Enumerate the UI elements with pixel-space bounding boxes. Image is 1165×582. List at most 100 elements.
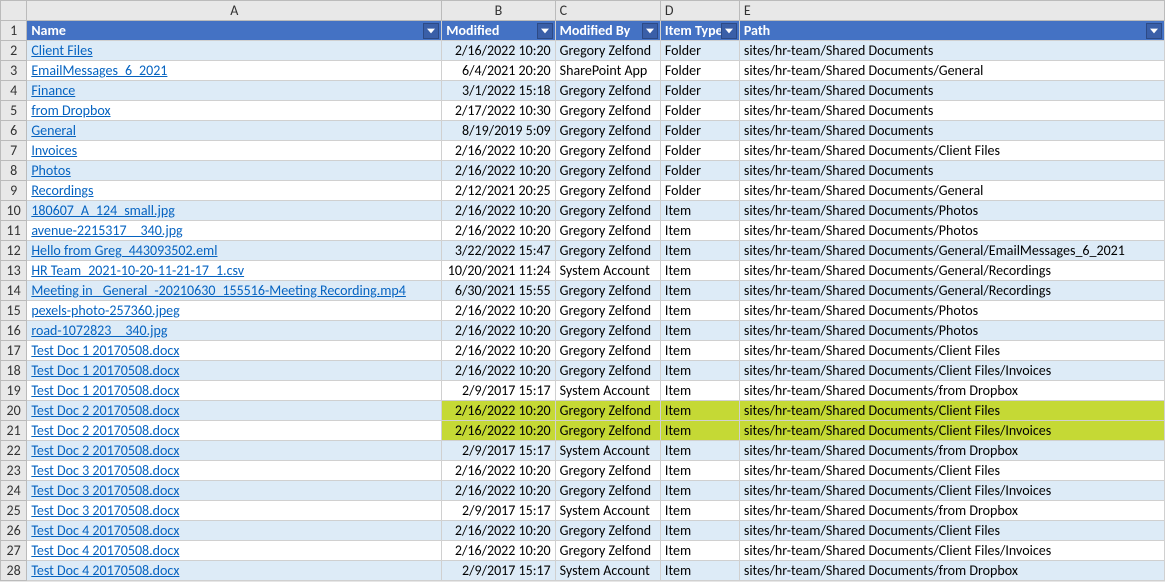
cell-modifiedby[interactable]: Gregory Zelfond <box>555 401 660 421</box>
cell-itemtype[interactable]: Folder <box>660 41 739 61</box>
cell-modified[interactable]: 3/1/2022 15:18 <box>442 81 555 101</box>
cell-modifiedby[interactable]: SharePoint App <box>555 61 660 81</box>
cell-modified[interactable]: 2/16/2022 10:20 <box>442 161 555 181</box>
row-header-22[interactable]: 22 <box>1 441 27 461</box>
filter-button-modified[interactable] <box>537 23 553 39</box>
row-header-20[interactable]: 20 <box>1 401 27 421</box>
item-link[interactable]: Test Doc 3 20170508.docx <box>31 502 179 519</box>
cell-modifiedby[interactable]: Gregory Zelfond <box>555 81 660 101</box>
cell-itemtype[interactable]: Item <box>660 481 739 501</box>
cell-name[interactable]: Test Doc 1 20170508.docx <box>27 361 442 381</box>
cell-path[interactable]: sites/hr-team/Shared Documents/from Drop… <box>739 501 1164 521</box>
cell-modifiedby[interactable]: Gregory Zelfond <box>555 161 660 181</box>
filter-button-modifiedby[interactable] <box>642 23 658 39</box>
cell-path[interactable]: sites/hr-team/Shared Documents/Client Fi… <box>739 361 1164 381</box>
cell-modifiedby[interactable]: Gregory Zelfond <box>555 281 660 301</box>
cell-itemtype[interactable]: Item <box>660 261 739 281</box>
row-header-19[interactable]: 19 <box>1 381 27 401</box>
cell-itemtype[interactable]: Item <box>660 281 739 301</box>
cell-name[interactable]: 180607_A_124_small.jpg <box>27 201 442 221</box>
cell-path[interactable]: sites/hr-team/Shared Documents/Client Fi… <box>739 521 1164 541</box>
cell-modified[interactable]: 2/9/2017 15:17 <box>442 381 555 401</box>
cell-itemtype[interactable]: Item <box>660 441 739 461</box>
cell-name[interactable]: HR Team_2021-10-20-11-21-17_1.csv <box>27 261 442 281</box>
row-header-6[interactable]: 6 <box>1 121 27 141</box>
cell-modifiedby[interactable]: Gregory Zelfond <box>555 421 660 441</box>
cell-modified[interactable]: 8/19/2019 5:09 <box>442 121 555 141</box>
item-link[interactable]: Test Doc 2 20170508.docx <box>31 402 179 419</box>
cell-path[interactable]: sites/hr-team/Shared Documents/General/E… <box>739 241 1164 261</box>
cell-name[interactable]: avenue-2215317__340.jpg <box>27 221 442 241</box>
row-header-1[interactable]: 1 <box>1 21 27 41</box>
cell-name[interactable]: Test Doc 2 20170508.docx <box>27 441 442 461</box>
cell-modified[interactable]: 2/16/2022 10:20 <box>442 521 555 541</box>
cell-modifiedby[interactable]: Gregory Zelfond <box>555 121 660 141</box>
item-link[interactable]: Test Doc 2 20170508.docx <box>31 422 179 439</box>
item-link[interactable]: EmailMessages_6_2021 <box>31 62 167 79</box>
cell-itemtype[interactable]: Item <box>660 221 739 241</box>
cell-itemtype[interactable]: Item <box>660 541 739 561</box>
item-link[interactable]: General <box>31 122 76 139</box>
spreadsheet-grid[interactable]: A B C D E 1 Name Modified Modified By It… <box>0 0 1165 581</box>
item-link[interactable]: Invoices <box>31 142 77 159</box>
header-path[interactable]: Path <box>739 21 1164 41</box>
cell-modified[interactable]: 6/30/2021 15:55 <box>442 281 555 301</box>
row-header-4[interactable]: 4 <box>1 81 27 101</box>
cell-name[interactable]: Finance <box>27 81 442 101</box>
item-link[interactable]: Test Doc 4 20170508.docx <box>31 562 179 579</box>
row-header-21[interactable]: 21 <box>1 421 27 441</box>
row-header-23[interactable]: 23 <box>1 461 27 481</box>
cell-modified[interactable]: 6/4/2021 20:20 <box>442 61 555 81</box>
cell-modifiedby[interactable]: Gregory Zelfond <box>555 101 660 121</box>
cell-itemtype[interactable]: Item <box>660 381 739 401</box>
filter-button-itemtype[interactable] <box>721 23 737 39</box>
cell-modified[interactable]: 2/17/2022 10:30 <box>442 101 555 121</box>
item-link[interactable]: Recordings <box>31 182 93 199</box>
cell-itemtype[interactable]: Item <box>660 421 739 441</box>
cell-path[interactable]: sites/hr-team/Shared Documents/from Drop… <box>739 441 1164 461</box>
cell-modifiedby[interactable]: Gregory Zelfond <box>555 141 660 161</box>
col-header-A[interactable]: A <box>27 1 442 21</box>
item-link[interactable]: Client Files <box>31 42 92 59</box>
item-link[interactable]: Test Doc 1 20170508.docx <box>31 362 179 379</box>
item-link[interactable]: HR Team_2021-10-20-11-21-17_1.csv <box>31 262 244 279</box>
cell-path[interactable]: sites/hr-team/Shared Documents/Photos <box>739 221 1164 241</box>
cell-path[interactable]: sites/hr-team/Shared Documents/Photos <box>739 321 1164 341</box>
cell-name[interactable]: Meeting in _General_-20210630_155516-Mee… <box>27 281 442 301</box>
cell-path[interactable]: sites/hr-team/Shared Documents/General <box>739 61 1164 81</box>
col-header-C[interactable]: C <box>555 1 660 21</box>
cell-modified[interactable]: 2/9/2017 15:17 <box>442 561 555 581</box>
cell-modified[interactable]: 10/20/2021 11:24 <box>442 261 555 281</box>
cell-modified[interactable]: 2/16/2022 10:20 <box>442 41 555 61</box>
header-itemtype[interactable]: Item Type <box>660 21 739 41</box>
header-modified[interactable]: Modified <box>442 21 555 41</box>
item-link[interactable]: Test Doc 1 20170508.docx <box>31 382 179 399</box>
row-header-16[interactable]: 16 <box>1 321 27 341</box>
cell-itemtype[interactable]: Folder <box>660 181 739 201</box>
cell-modified[interactable]: 2/16/2022 10:20 <box>442 421 555 441</box>
cell-modifiedby[interactable]: Gregory Zelfond <box>555 341 660 361</box>
cell-itemtype[interactable]: Item <box>660 461 739 481</box>
cell-path[interactable]: sites/hr-team/Shared Documents/Client Fi… <box>739 141 1164 161</box>
cell-modifiedby[interactable]: System Account <box>555 381 660 401</box>
item-link[interactable]: pexels-photo-257360.jpeg <box>31 302 179 319</box>
cell-modifiedby[interactable]: System Account <box>555 441 660 461</box>
cell-modifiedby[interactable]: Gregory Zelfond <box>555 461 660 481</box>
cell-name[interactable]: Invoices <box>27 141 442 161</box>
cell-name[interactable]: Recordings <box>27 181 442 201</box>
item-link[interactable]: Finance <box>31 82 75 99</box>
row-header-13[interactable]: 13 <box>1 261 27 281</box>
cell-modifiedby[interactable]: Gregory Zelfond <box>555 521 660 541</box>
cell-modifiedby[interactable]: System Account <box>555 501 660 521</box>
header-name[interactable]: Name <box>27 21 442 41</box>
filter-button-name[interactable] <box>423 23 439 39</box>
cell-modifiedby[interactable]: Gregory Zelfond <box>555 481 660 501</box>
row-header-10[interactable]: 10 <box>1 201 27 221</box>
row-header-24[interactable]: 24 <box>1 481 27 501</box>
row-header-25[interactable]: 25 <box>1 501 27 521</box>
row-header-27[interactable]: 27 <box>1 541 27 561</box>
cell-name[interactable]: Photos <box>27 161 442 181</box>
cell-name[interactable]: Test Doc 1 20170508.docx <box>27 341 442 361</box>
cell-itemtype[interactable]: Item <box>660 201 739 221</box>
cell-modified[interactable]: 2/12/2021 20:25 <box>442 181 555 201</box>
